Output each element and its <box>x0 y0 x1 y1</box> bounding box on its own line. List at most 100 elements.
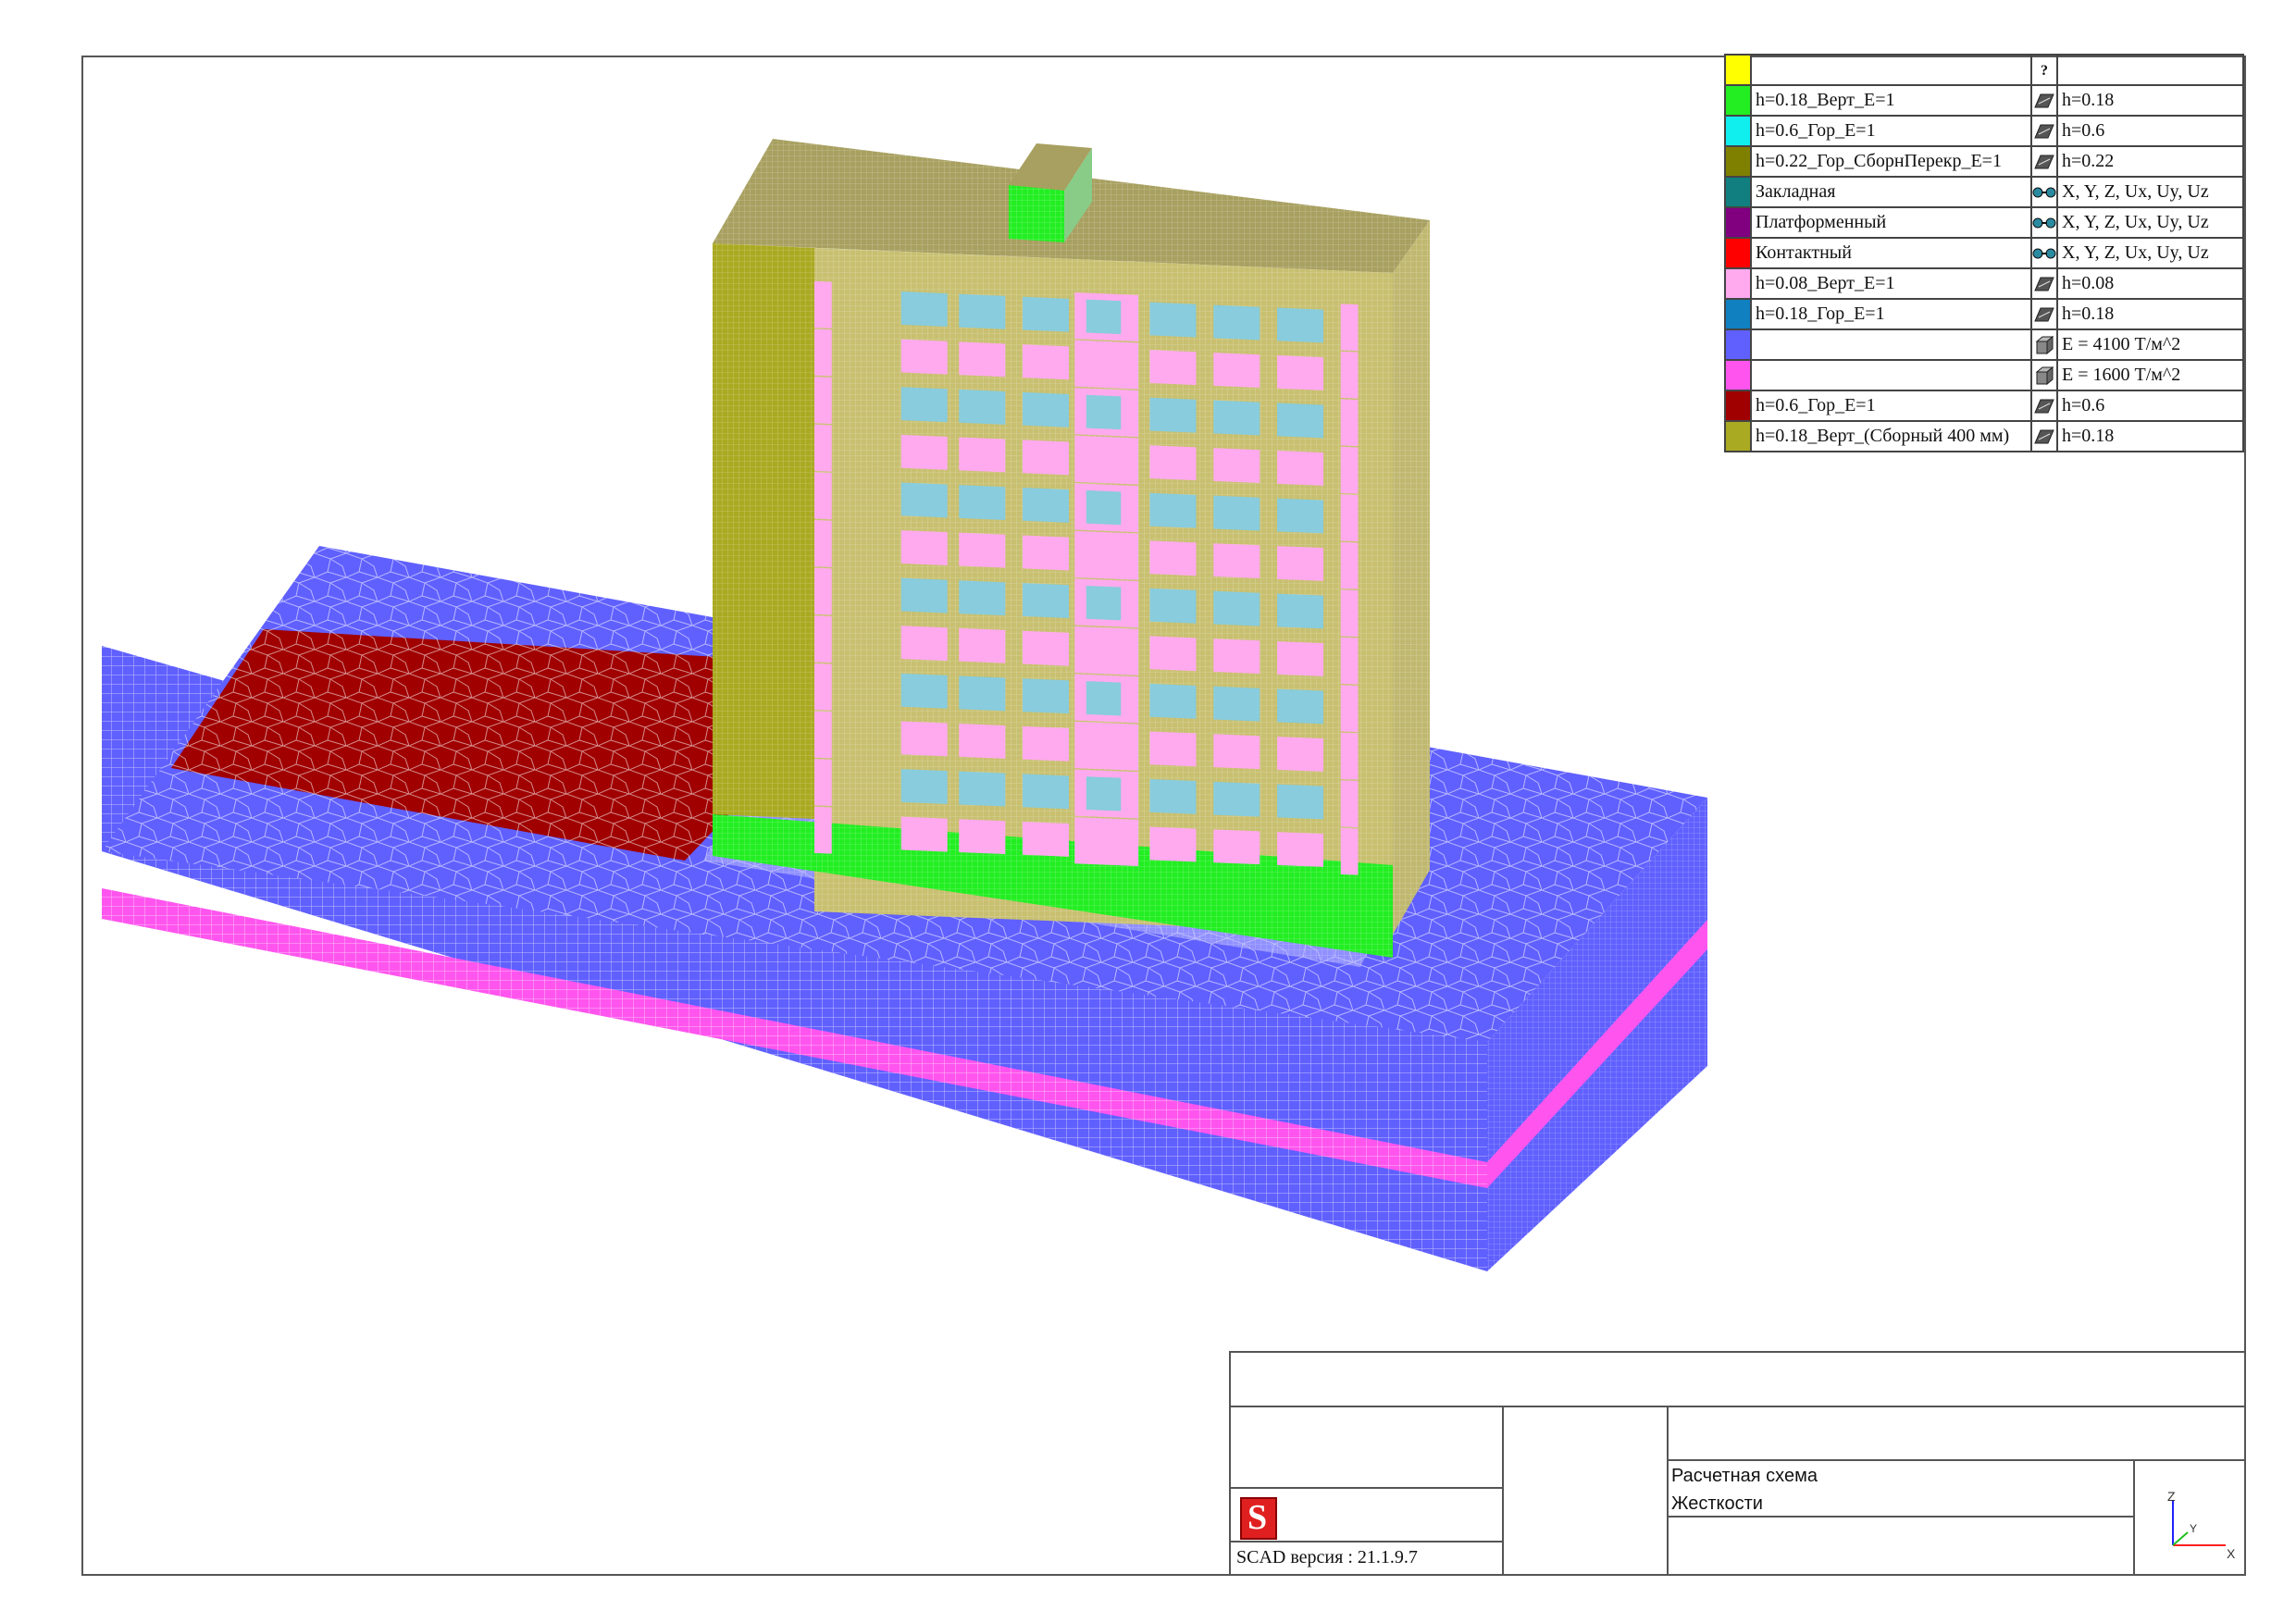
window-opening <box>1277 641 1323 676</box>
legend-color-swatch <box>1724 237 1752 269</box>
plate-icon <box>2030 115 2058 147</box>
partition-panel <box>1340 446 1359 494</box>
axis-z-label: Z <box>2167 1490 2176 1504</box>
window-opening <box>1213 638 1260 675</box>
legend-name: h=0.18_Верт_E=1 <box>1750 84 2032 117</box>
window-opening <box>1149 302 1197 338</box>
building <box>713 139 1430 958</box>
legend-value: h=0.18 <box>2056 298 2244 330</box>
stiffness-legend: ? h=0.18_Верт_E=1 h=0.18 h=0.6_Гор_E=1 h=0.6… <box>1724 54 2244 452</box>
solid-element-icon <box>2030 359 2058 391</box>
window-opening <box>1023 583 1069 619</box>
window-opening <box>1023 535 1069 571</box>
window-opening <box>959 819 1006 855</box>
axis-x-label: X <box>2227 1546 2236 1561</box>
window-opening <box>900 291 948 328</box>
window-opening <box>1149 826 1197 862</box>
window-opening <box>1149 397 1197 433</box>
window-opening <box>1277 784 1323 820</box>
legend-name: h=0.08_Верт_E=1 <box>1750 267 2032 300</box>
legend-color-swatch <box>1724 267 1752 300</box>
legend-color-swatch <box>1724 115 1752 147</box>
legend-name: h=0.22_Гор_СборнПерекр_E=1 <box>1750 145 2032 178</box>
legend-row: Платформенный X, Y, Z, Ux, Uy, Uz <box>1724 206 2244 239</box>
window-opening <box>1023 774 1069 810</box>
link-element-icon <box>2030 176 2058 208</box>
window-opening <box>1277 546 1323 581</box>
legend-name <box>1750 328 2032 361</box>
partition-panel <box>1340 541 1359 589</box>
window-opening <box>1277 832 1323 867</box>
window-opening <box>959 580 1006 616</box>
window-opening <box>1023 821 1069 857</box>
link-element-icon <box>2030 237 2058 269</box>
partition-panel <box>1340 780 1359 828</box>
legend-row: h=0.6_Гор_E=1 h=0.6 <box>1724 390 2244 422</box>
window-opening <box>1023 296 1069 332</box>
legend-name: Платформенный <box>1750 206 2032 239</box>
window-opening <box>959 293 1006 329</box>
window-opening <box>959 771 1006 807</box>
window-opening <box>1023 630 1069 666</box>
link-element-icon <box>2030 206 2058 239</box>
legend-row: h=0.6_Гор_E=1 h=0.6 <box>1724 115 2244 147</box>
question-mark-label: ? <box>2041 63 2048 79</box>
legend-value: h=0.08 <box>2056 267 2244 300</box>
legend-value: h=0.18 <box>2056 84 2244 117</box>
legend-row: E = 4100 Т/м^2 <box>1724 328 2244 361</box>
scheme-name: Жесткости <box>1671 1493 1763 1514</box>
legend-color-swatch <box>1724 54 1752 86</box>
window-opening <box>1149 540 1197 576</box>
window-opening <box>1213 495 1260 531</box>
partition-panel <box>814 615 832 663</box>
legend-row: h=0.18_Верт_(Сборный 400 мм) h=0.18 <box>1724 420 2244 452</box>
window-opening <box>1277 403 1323 439</box>
plate-icon <box>2030 390 2058 422</box>
window-opening <box>900 482 948 518</box>
question-mark-icon: ? <box>2030 54 2058 86</box>
legend-name: h=0.18_Верт_(Сборный 400 мм) <box>1750 420 2032 452</box>
legend-row: E = 1600 Т/м^2 <box>1724 359 2244 391</box>
axis-triad-icon: Z Y X <box>2167 1490 2236 1561</box>
window-opening <box>1213 734 1260 770</box>
partition-panel <box>814 663 832 711</box>
scad-logo-icon: S <box>1240 1497 1277 1540</box>
window-opening <box>900 721 948 757</box>
legend-row: ? <box>1724 54 2244 86</box>
solid-element-icon <box>2030 328 2058 361</box>
partition-panel <box>814 472 832 520</box>
legend-value: E = 1600 Т/м^2 <box>2056 359 2244 391</box>
legend-color-swatch <box>1724 145 1752 178</box>
window-opening <box>900 816 948 852</box>
window-opening <box>900 626 948 662</box>
partition-panel <box>1340 399 1359 447</box>
window-opening <box>1277 451 1323 486</box>
legend-name: h=0.6_Гор_E=1 <box>1750 115 2032 147</box>
window-opening <box>1086 442 1122 477</box>
legend-value: h=0.22 <box>2056 145 2244 178</box>
window-opening <box>1086 394 1122 430</box>
legend-color-swatch <box>1724 328 1752 361</box>
window-opening <box>1213 590 1260 626</box>
window-opening <box>900 530 948 565</box>
legend-value: E = 4100 Т/м^2 <box>2056 328 2244 361</box>
window-opening <box>1086 489 1122 526</box>
window-opening <box>1149 731 1197 767</box>
partition-panel <box>814 806 832 854</box>
legend-value: X, Y, Z, Ux, Uy, Uz <box>2056 206 2244 239</box>
window-opening <box>1277 307 1323 343</box>
window-opening <box>1023 678 1069 714</box>
partition-panel <box>1340 589 1359 638</box>
legend-row: h=0.22_Гор_СборнПерекр_E=1 h=0.22 <box>1724 145 2244 178</box>
window-opening <box>1277 593 1323 629</box>
window-opening <box>1086 728 1122 763</box>
legend-color-swatch <box>1724 420 1752 452</box>
partition-panel <box>814 424 832 472</box>
window-opening <box>1149 350 1197 386</box>
window-opening <box>1086 824 1122 860</box>
window-opening <box>1149 445 1197 481</box>
window-opening <box>1023 344 1069 380</box>
window-opening <box>959 724 1006 759</box>
legend-row: h=0.18_Верт_E=1 h=0.18 <box>1724 84 2244 117</box>
window-opening <box>1213 781 1260 817</box>
